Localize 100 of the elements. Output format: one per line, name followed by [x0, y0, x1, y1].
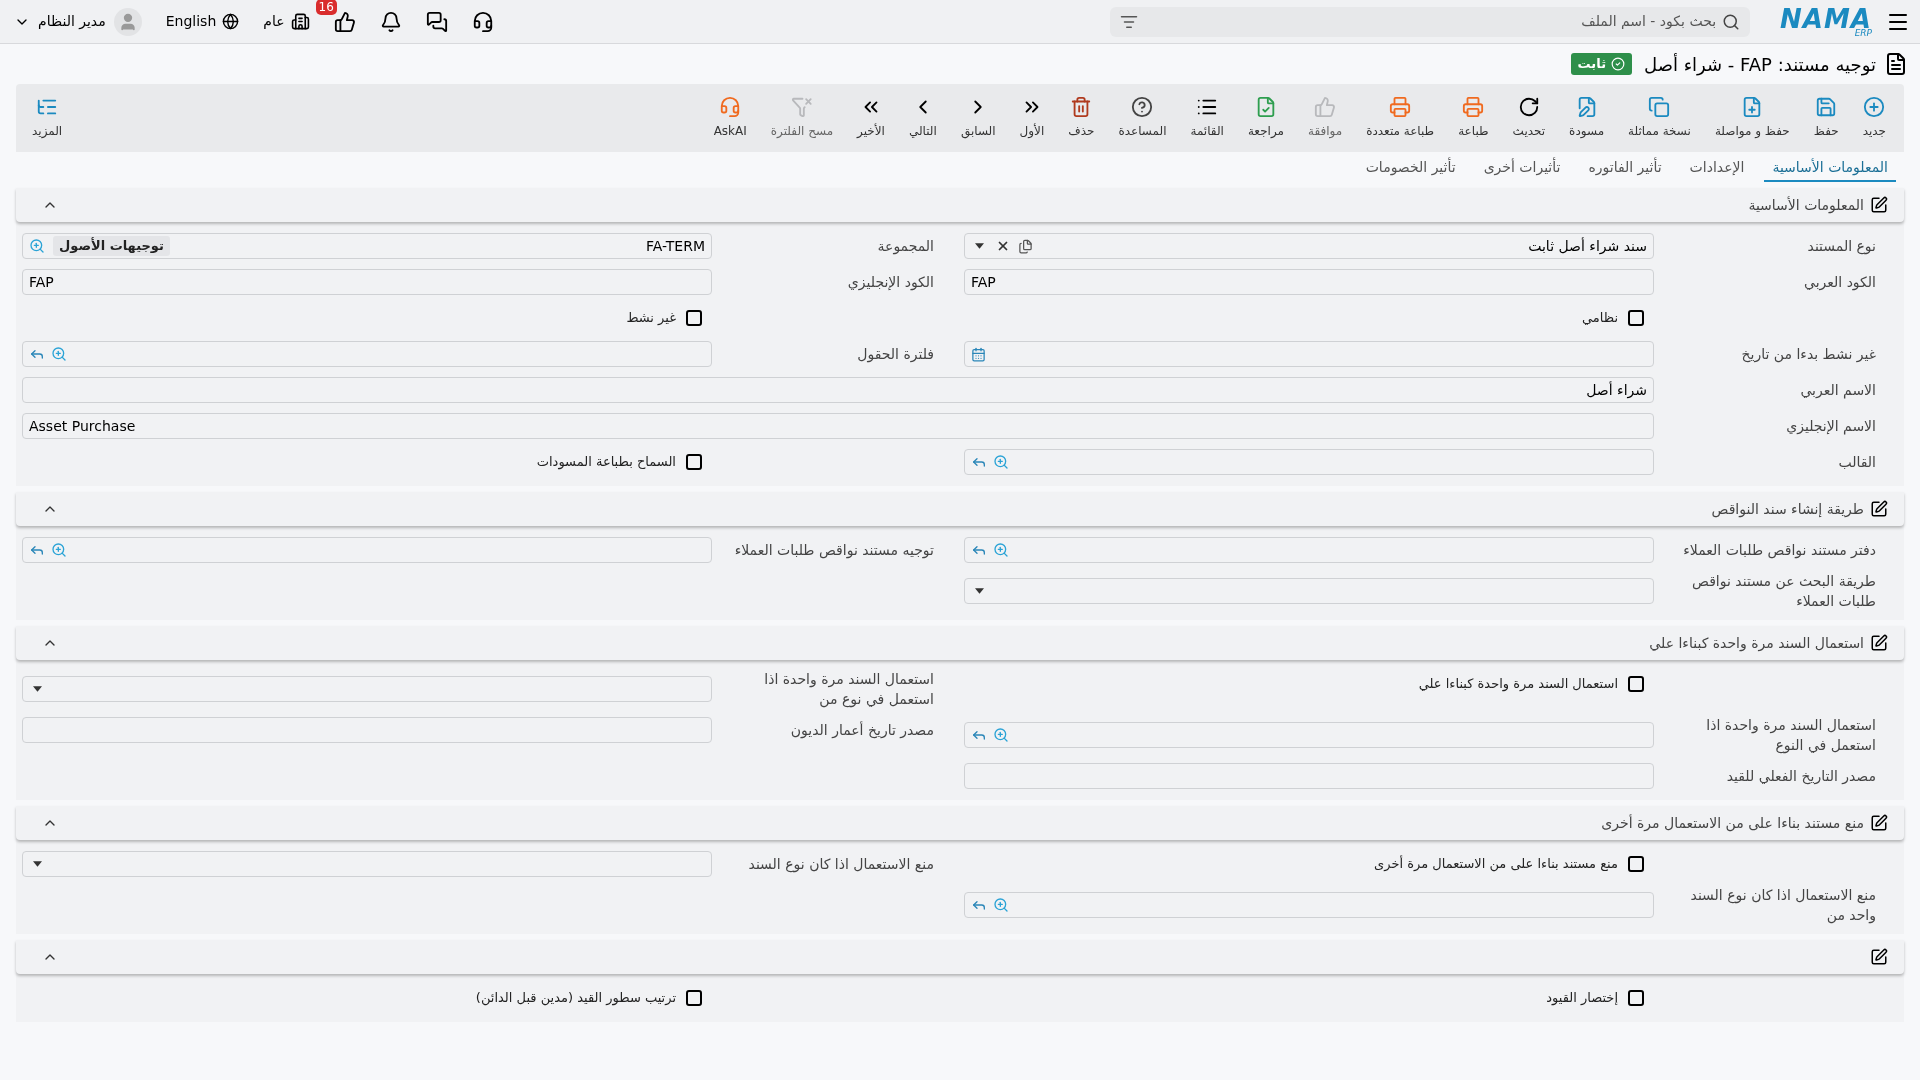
- status-badge: ثابت: [1570, 53, 1632, 75]
- user-menu[interactable]: مدير النظام: [14, 7, 142, 36]
- documents-icon[interactable]: [1018, 238, 1033, 254]
- tab[interactable]: تأثيرات أخرى: [1475, 154, 1569, 182]
- toolbar-button[interactable]: طباعة متعددة: [1354, 88, 1447, 148]
- lookup-field[interactable]: [964, 722, 1654, 748]
- lookup-field[interactable]: [22, 341, 712, 367]
- document-icon: [1884, 52, 1908, 76]
- toolbar-button[interactable]: القائمة: [1178, 88, 1236, 148]
- tab[interactable]: المعلومات الأساسية: [1764, 154, 1896, 182]
- field-label: نوع المستند: [1806, 237, 1876, 256]
- edit-icon[interactable]: [1870, 196, 1888, 214]
- field-label: غير نشط بدءا من تاريخ: [1740, 345, 1876, 364]
- tab[interactable]: الإعدادات: [1681, 154, 1753, 182]
- dropdown-field[interactable]: [964, 578, 1654, 604]
- section-title: استعمال السند مرة واحدة كبناءا علي: [1649, 633, 1864, 654]
- search-icon[interactable]: [1722, 12, 1741, 31]
- checkbox[interactable]: [1628, 856, 1644, 872]
- section-title: طريقة إنشاء سند النواقص: [1711, 499, 1864, 520]
- dropdown-field[interactable]: [22, 676, 712, 702]
- caret-icon[interactable]: [975, 588, 984, 594]
- section-title: منع مستند بناءا على من الاستعمال مرة أخرى: [1601, 813, 1864, 834]
- text-field[interactable]: [964, 763, 1654, 789]
- toolbar-button[interactable]: AskAI: [701, 88, 759, 148]
- caret-icon[interactable]: [33, 861, 42, 867]
- edit-icon[interactable]: [1870, 500, 1888, 518]
- caret-icon[interactable]: [33, 686, 42, 692]
- toolbar-button[interactable]: مراجعة: [1235, 88, 1296, 148]
- more-button[interactable]: المزيد: [22, 96, 73, 140]
- lookup-field[interactable]: [964, 449, 1654, 475]
- page-title: توجيه مستند: FAP - شراء أصل: [1644, 52, 1876, 78]
- checkbox[interactable]: [686, 310, 702, 326]
- thumbs-up-icon[interactable]: [333, 10, 356, 33]
- toolbar-button[interactable]: حفظ و مواصلة: [1702, 88, 1802, 148]
- bell-icon[interactable]: [379, 10, 402, 33]
- headset-icon[interactable]: [471, 10, 494, 33]
- dropdown-field[interactable]: [22, 851, 712, 877]
- notification-badge: 16: [315, 0, 337, 15]
- checkbox-label: السماح بطباعة المسودات: [536, 453, 676, 472]
- tab[interactable]: تأثير الفاتوره: [1580, 154, 1670, 182]
- field-label: القالب: [1837, 453, 1876, 472]
- headset-icon: [719, 96, 742, 118]
- edit-icon[interactable]: [1870, 634, 1888, 652]
- toolbar-button[interactable]: طباعة: [1446, 88, 1501, 148]
- zoom-in-icon[interactable]: [993, 454, 1009, 470]
- edit-icon[interactable]: [1870, 948, 1888, 966]
- caret-icon[interactable]: [975, 243, 984, 249]
- date-field[interactable]: [964, 341, 1654, 367]
- tab[interactable]: تأثير الخصومات: [1357, 154, 1464, 182]
- lookup-field[interactable]: [964, 892, 1654, 918]
- filter-off-icon: [790, 96, 813, 118]
- toolbar-button[interactable]: جديد: [1850, 88, 1898, 148]
- toolbar-button[interactable]: التالي: [896, 88, 949, 148]
- text-field[interactable]: شراء أصل: [22, 377, 1654, 403]
- text-field[interactable]: Asset Purchase: [22, 413, 1654, 439]
- checkbox[interactable]: [1628, 676, 1644, 692]
- field-label: مصدر التاريخ الفعلي للقيد: [1725, 767, 1876, 786]
- toolbar-button[interactable]: تحديث: [1500, 88, 1558, 148]
- checkbox[interactable]: [686, 454, 702, 470]
- toolbar-button[interactable]: نسخة مماثلة: [1616, 88, 1703, 148]
- field-label: توجيه مستند نواقص طلبات العملاء: [734, 541, 934, 560]
- toolbar-button[interactable]: مسودة: [1557, 88, 1617, 148]
- lookup-field[interactable]: [964, 537, 1654, 563]
- section-title: المعلومات الأساسية: [1748, 195, 1864, 216]
- zoom-in-icon[interactable]: [993, 542, 1009, 558]
- group-tag: توجيهات الأصول: [53, 236, 170, 256]
- save-icon: [1815, 96, 1838, 118]
- zoom-in-icon[interactable]: [51, 346, 67, 362]
- check-circle-icon: [1611, 57, 1625, 71]
- checkbox-label: منع مستند بناءا على من الاستعمال مرة أخرى: [1374, 854, 1618, 874]
- chat-icon[interactable]: [425, 10, 448, 33]
- edit-icon[interactable]: [1870, 814, 1888, 832]
- company-button[interactable]: عام: [263, 11, 310, 32]
- toolbar-button[interactable]: الأخير: [845, 88, 897, 148]
- lookup-field[interactable]: [22, 537, 712, 563]
- toolbar-button[interactable]: الأول: [1007, 88, 1057, 148]
- checkbox[interactable]: [686, 990, 702, 1006]
- select-field[interactable]: سند شراء أصل ثابت: [964, 233, 1654, 259]
- toolbar-button[interactable]: حذف: [1056, 88, 1107, 148]
- text-field[interactable]: FAP: [22, 269, 712, 295]
- calendar-icon[interactable]: [971, 346, 986, 362]
- checkbox[interactable]: [1628, 310, 1644, 326]
- text-field[interactable]: [22, 717, 712, 743]
- language-button[interactable]: English: [165, 11, 240, 32]
- zoom-in-icon[interactable]: [29, 238, 45, 254]
- field-label: منع الاستعمال اذا كان نوع السند: [747, 855, 934, 874]
- checkbox[interactable]: [1628, 990, 1644, 1006]
- clear-icon[interactable]: [996, 239, 1010, 253]
- search-input[interactable]: بحث بكود - اسم الملف: [1144, 11, 1717, 32]
- toolbar-button[interactable]: السابق: [948, 88, 1008, 148]
- toolbar-button[interactable]: المساعدة: [1106, 88, 1179, 148]
- text-field[interactable]: FAP: [964, 269, 1654, 295]
- toolbar-button[interactable]: حفظ: [1801, 88, 1851, 148]
- copy-icon: [1648, 96, 1671, 118]
- zoom-in-icon[interactable]: [993, 897, 1009, 913]
- printer-icon: [1462, 96, 1485, 118]
- zoom-in-icon[interactable]: [993, 727, 1009, 743]
- field-label: الكود العربي: [1803, 273, 1876, 292]
- zoom-in-icon[interactable]: [51, 542, 67, 558]
- search-field[interactable]: بحث بكود - اسم الملف: [1110, 6, 1751, 37]
